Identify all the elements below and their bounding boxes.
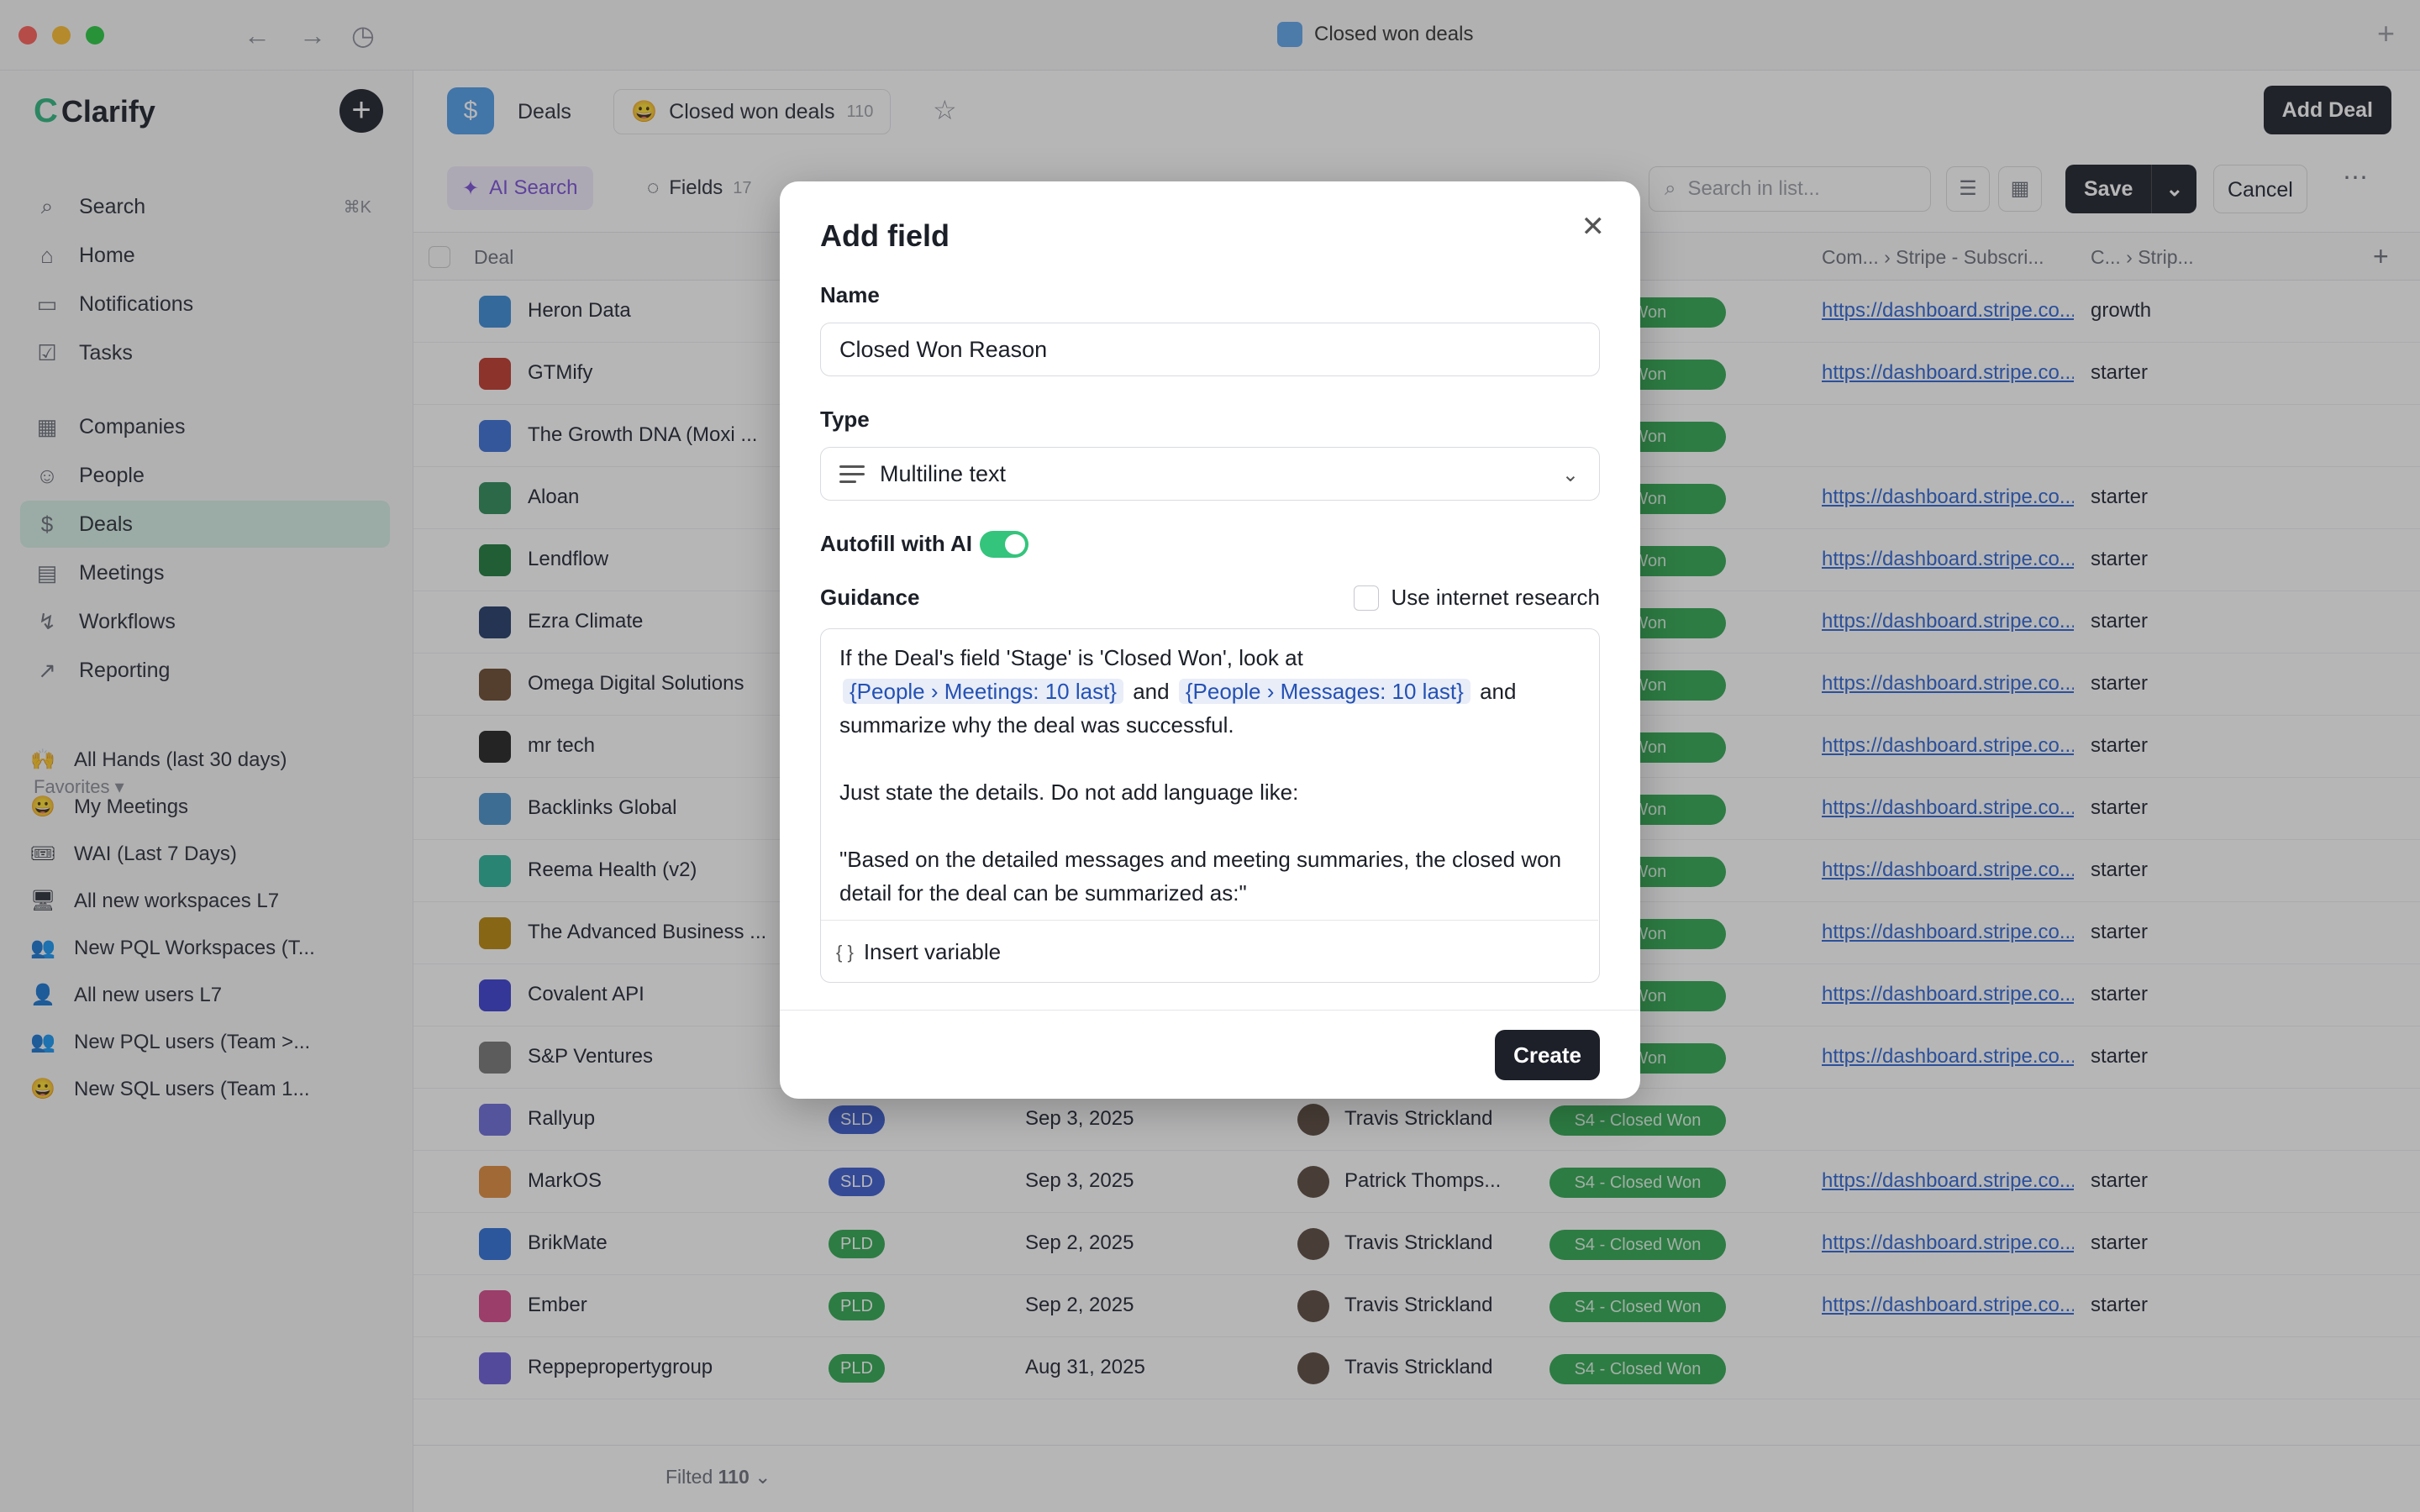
guidance-text[interactable]: If the Deal's field 'Stage' is 'Closed W… bbox=[839, 641, 1579, 910]
name-label: Name bbox=[820, 282, 880, 307]
braces-icon: { } bbox=[836, 941, 854, 963]
guidance-line: If the Deal's field 'Stage' is 'Closed W… bbox=[839, 645, 1303, 670]
dialog-title: Add field bbox=[820, 218, 950, 253]
variable-chip-messages[interactable]: {People › Messages: 10 last} bbox=[1178, 679, 1470, 704]
guidance-line: summarize why the deal was successful. bbox=[839, 712, 1234, 738]
chevron-down-icon: ⌄ bbox=[1561, 464, 1579, 486]
close-icon[interactable]: ✕ bbox=[1581, 212, 1606, 242]
autofill-label: Autofill with AI bbox=[820, 531, 972, 556]
guidance-connector: and bbox=[1480, 679, 1517, 704]
add-field-dialog: Add field ✕ Name Closed Won Reason Type … bbox=[780, 181, 1640, 1099]
internet-research-label: Use internet research bbox=[1391, 585, 1600, 610]
type-label: Type bbox=[820, 407, 870, 432]
multiline-text-icon bbox=[839, 465, 865, 483]
guidance-connector: and bbox=[1133, 679, 1170, 704]
guidance-line: Just state the details. Do not add langu… bbox=[839, 780, 1299, 805]
type-select-value: Multiline text bbox=[880, 460, 1007, 486]
insert-variable-label: Insert variable bbox=[863, 939, 1002, 964]
dialog-divider bbox=[780, 1010, 1640, 1011]
internet-research-option[interactable]: Use internet research bbox=[1354, 585, 1600, 611]
type-select[interactable]: Multiline text ⌄ bbox=[820, 447, 1600, 501]
toggle-knob bbox=[1005, 534, 1025, 554]
app-window: ← → ◷ Closed won deals + C Clarify + ⌕ S… bbox=[0, 0, 2420, 1512]
variable-chip-meetings[interactable]: {People › Meetings: 10 last} bbox=[843, 679, 1123, 704]
guidance-editor[interactable]: If the Deal's field 'Stage' is 'Closed W… bbox=[820, 628, 1600, 983]
guidance-line: {People › Meetings: 10 last} and {People… bbox=[839, 675, 1579, 708]
insert-variable-button[interactable]: { } Insert variable bbox=[821, 920, 1598, 982]
autofill-toggle[interactable] bbox=[980, 531, 1028, 558]
name-input[interactable]: Closed Won Reason bbox=[820, 323, 1600, 376]
internet-research-checkbox[interactable] bbox=[1354, 585, 1380, 611]
create-button[interactable]: Create bbox=[1495, 1030, 1600, 1080]
guidance-label: Guidance bbox=[820, 585, 920, 610]
guidance-line: "Based on the detailed messages and meet… bbox=[839, 847, 1562, 906]
name-input-value: Closed Won Reason bbox=[839, 337, 1048, 362]
